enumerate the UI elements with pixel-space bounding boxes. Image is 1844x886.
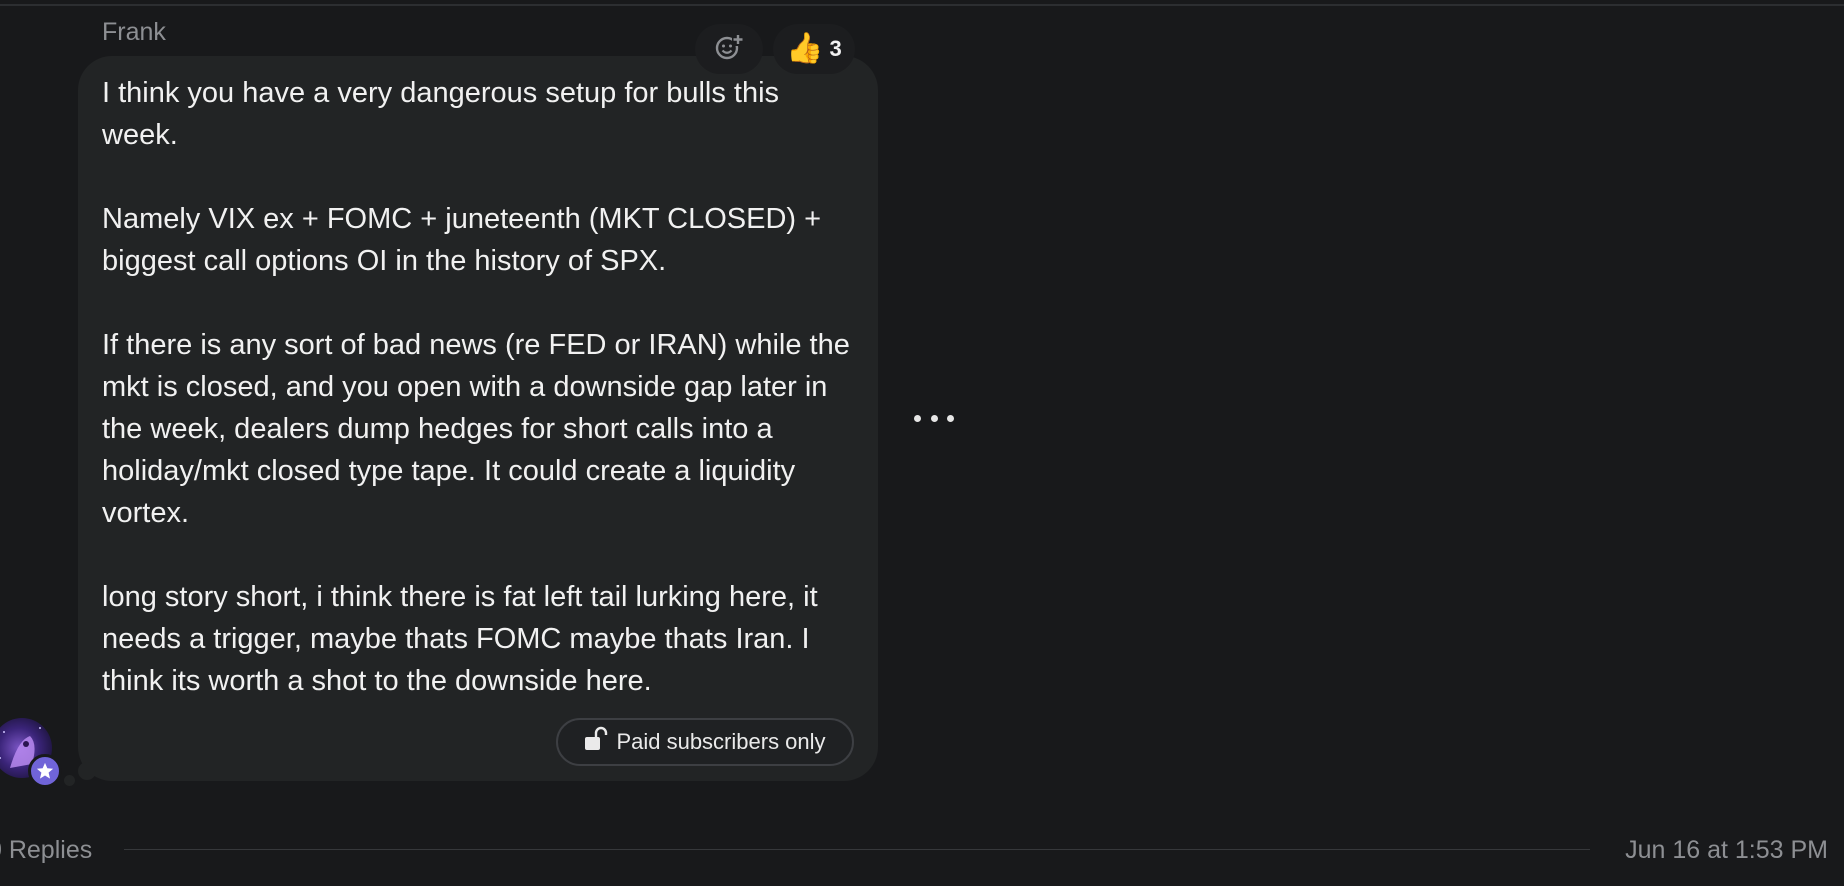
paid-subscribers-label: Paid subscribers only [616, 729, 826, 754]
more-dot [947, 414, 954, 422]
footer-divider [124, 849, 1590, 850]
replies-link[interactable]: 0 Replies [0, 836, 92, 865]
message-paragraph-1: I think you have a very dangerous setup … [102, 77, 780, 151]
unlock-icon [584, 726, 608, 758]
paid-subscribers-badge[interactable]: Paid subscribers only [556, 718, 854, 766]
message-timestamp: Jun 16 at 1:53 PM [1625, 836, 1828, 864]
thumbs-up-icon: 👍 [786, 32, 824, 65]
message-paragraph-3: If there is any sort of bad news (re FED… [102, 329, 850, 529]
add-reaction-button[interactable] [695, 24, 763, 74]
thumbs-up-reaction[interactable]: 👍 3 [773, 24, 855, 74]
bubble-tail [78, 762, 96, 780]
message-paragraph-4: long story short, i think there is fat l… [102, 581, 818, 697]
more-options-button[interactable] [914, 406, 954, 430]
add-reaction-icon [714, 32, 744, 67]
author-name[interactable]: Frank [102, 18, 166, 47]
reaction-count: 3 [829, 36, 842, 61]
message-paragraph-2: Namely VIX ex + FOMC + juneteenth (MKT C… [102, 203, 822, 277]
bubble-tail-small [64, 775, 75, 786]
message-body: I think you have a very dangerous setup … [102, 72, 862, 702]
more-dot [914, 414, 921, 422]
more-dot [930, 414, 938, 422]
top-divider [0, 4, 1844, 6]
star-badge-icon [28, 754, 62, 788]
